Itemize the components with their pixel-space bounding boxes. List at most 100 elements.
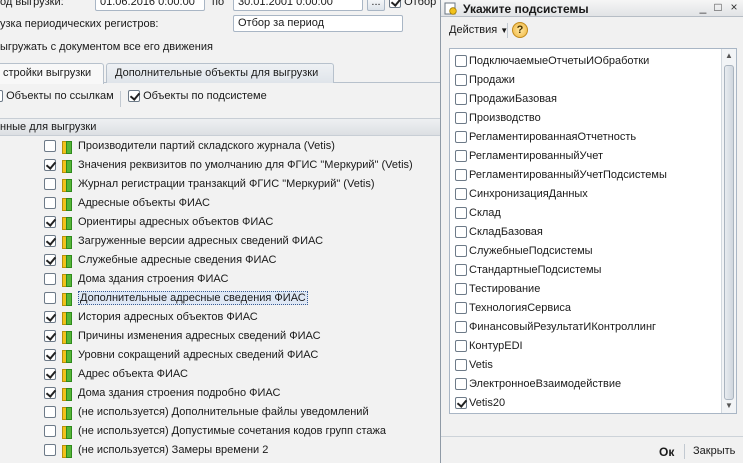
period-filter-check-icon	[389, 0, 401, 9]
tree-item[interactable]: Журнал регистрации транзакций ФГИС "Мерк…	[44, 175, 374, 194]
tree-item[interactable]: (не используется) Допустимые сочетания к…	[44, 422, 386, 441]
subsystem-item[interactable]: ПродажиБазовая	[455, 90, 557, 109]
tree-item[interactable]: История адресных объектов ФИАС	[44, 308, 258, 327]
tree-item-checkbox[interactable]	[44, 235, 56, 248]
scroll-down-icon[interactable]: ▼	[722, 399, 736, 413]
tree-item-checkbox[interactable]	[44, 292, 56, 305]
objects-by-links-button[interactable]: Объекты по ссылкам	[0, 90, 114, 103]
tree-item[interactable]: Производители партий складского журнала …	[44, 137, 335, 156]
tree-item-checkbox[interactable]	[44, 273, 56, 286]
period-from-field[interactable]: 01.06.2016 0:00:00	[95, 0, 205, 11]
subsystem-checkbox[interactable]	[455, 169, 467, 182]
subsystem-item[interactable]: РегламентированныйУчетПодсистемы	[455, 166, 667, 185]
subsystem-label: Производство	[469, 112, 541, 124]
ok-button[interactable]: Ок	[659, 445, 674, 459]
tree-item[interactable]: Причины изменения адресных сведений ФИАС	[44, 327, 321, 346]
tree-item-checkbox[interactable]	[44, 406, 56, 419]
period-to-field[interactable]: 30.01.2001 0:00:00	[233, 0, 363, 11]
tree-item-checkbox[interactable]	[44, 178, 56, 191]
tree-item[interactable]: Ориентиры адресных объектов ФИАС	[44, 213, 273, 232]
tree-item-checkbox[interactable]	[44, 311, 56, 324]
scroll-thumb[interactable]	[724, 65, 734, 400]
subsystem-item[interactable]: ТехнологияСервиса	[455, 299, 571, 318]
subsystem-checkbox[interactable]	[455, 131, 467, 144]
subsystem-item[interactable]: КонтурEDI	[455, 337, 523, 356]
subsystem-item[interactable]: СинхронизацияДанных	[455, 185, 588, 204]
tree-item-checkbox[interactable]	[44, 159, 56, 172]
dialog-title-bar: Укажите подсистемы _ □ ×	[441, 0, 743, 17]
maximize-icon[interactable]: □	[710, 1, 726, 15]
tree-item[interactable]: Служебные адресные сведения ФИАС	[44, 251, 276, 270]
subsystem-item[interactable]: РегламентированныйУчет	[455, 147, 603, 166]
period-filter-label: Отбор	[404, 0, 437, 8]
tree-item-checkbox[interactable]	[44, 254, 56, 267]
subsystem-checkbox[interactable]	[455, 302, 467, 315]
subsystem-checkbox[interactable]	[455, 397, 467, 410]
tree-item[interactable]: Адресные объекты ФИАС	[44, 194, 210, 213]
tree-item-label: Производители партий складского журнала …	[78, 140, 335, 152]
help-icon[interactable]: ?	[512, 22, 528, 38]
subsystem-item[interactable]: ФинансовыйРезультатИКонтроллинг	[455, 318, 656, 337]
scroll-up-icon[interactable]: ▲	[722, 49, 736, 63]
subsystem-item[interactable]: Vetis20	[455, 394, 505, 413]
periodic-registers-select[interactable]: Отбор за период	[233, 15, 403, 32]
dialog-title: Укажите подсистемы	[463, 2, 589, 16]
close-icon[interactable]: ×	[726, 1, 742, 15]
tree-item[interactable]: Загруженные версии адресных сведений ФИА…	[44, 232, 323, 251]
tab-additional-objects[interactable]: Дополнительные объекты для выгрузки	[106, 63, 334, 83]
tree-item-checkbox[interactable]	[44, 140, 56, 153]
subsystem-checkbox[interactable]	[455, 188, 467, 201]
subsystem-item[interactable]: ЭлектронноеВзаимодействие	[455, 375, 621, 394]
subsystem-checkbox[interactable]	[455, 150, 467, 163]
tree-item-checkbox[interactable]	[44, 387, 56, 400]
tree-item-checkbox[interactable]	[44, 444, 56, 457]
tree-item-checkbox[interactable]	[44, 216, 56, 229]
objects-by-subsystem-button[interactable]: Объекты по подсистеме	[128, 90, 267, 103]
actions-menu-button[interactable]: Действия ▼	[444, 21, 513, 40]
tree-item[interactable]: Значения реквизитов по умолчанию для ФГИ…	[44, 156, 413, 175]
tree-item[interactable]: Дома здания строения подробно ФИАС	[44, 384, 280, 403]
subsystem-checkbox[interactable]	[455, 264, 467, 277]
subsystem-item[interactable]: Продажи	[455, 71, 515, 90]
subsystem-checkbox[interactable]	[455, 55, 467, 68]
subsystem-checkbox[interactable]	[455, 93, 467, 106]
subsystem-checkbox[interactable]	[455, 359, 467, 372]
subsystem-item[interactable]: СкладБазовая	[455, 223, 543, 242]
subsystem-item[interactable]: СтандартныеПодсистемы	[455, 261, 601, 280]
tree-item[interactable]: Дома здания строения ФИАС	[44, 270, 228, 289]
minimize-icon[interactable]: _	[695, 1, 711, 15]
subsystem-item[interactable]: РегламентированнаяОтчетность	[455, 128, 636, 147]
subsystem-checkbox[interactable]	[455, 112, 467, 125]
subsystem-checkbox[interactable]	[455, 340, 467, 353]
subsystem-item[interactable]: СлужебныеПодсистемы	[455, 242, 593, 261]
subsystem-checkbox[interactable]	[455, 245, 467, 258]
tree-item[interactable]: (не используется) Замеры времени 2	[44, 441, 268, 460]
subsystem-item[interactable]: ПодключаемыеОтчетыИОбработки	[455, 52, 649, 71]
subsystem-item[interactable]: Тестирование	[455, 280, 540, 299]
subsystems-scrollbar[interactable]: ▲ ▼	[721, 49, 736, 413]
tree-item[interactable]: Дополнительные адресные сведения ФИАС	[44, 289, 308, 308]
period-filter-checkbox[interactable]: Отбор	[389, 0, 437, 9]
subsystem-item[interactable]: Склад	[455, 204, 501, 223]
select-period-button[interactable]: ...	[367, 0, 385, 11]
unload-with-document-option[interactable]: ыгружать с документом все его движения	[0, 41, 213, 53]
tree-item[interactable]: Уровни сокращений адресных сведений ФИАС	[44, 346, 318, 365]
tree-item-checkbox[interactable]	[44, 330, 56, 343]
tree-item-checkbox[interactable]	[44, 368, 56, 381]
tab-unload-settings[interactable]: стройки выгрузки	[0, 63, 104, 84]
tree-item[interactable]: Адрес объекта ФИАС	[44, 365, 188, 384]
tree-item-checkbox[interactable]	[44, 425, 56, 438]
close-button[interactable]: Закрыть	[693, 445, 735, 457]
subsystem-checkbox[interactable]	[455, 378, 467, 391]
subsystem-item[interactable]: Vetis	[455, 356, 493, 375]
tree-item[interactable]: (не используется) Дополнительные файлы у…	[44, 403, 369, 422]
tree-item-checkbox[interactable]	[44, 349, 56, 362]
tree-item-label: Уровни сокращений адресных сведений ФИАС	[78, 349, 319, 361]
subsystem-item[interactable]: Производство	[455, 109, 541, 128]
subsystem-checkbox[interactable]	[455, 207, 467, 220]
subsystem-checkbox[interactable]	[455, 74, 467, 87]
subsystem-checkbox[interactable]	[455, 321, 467, 334]
subsystem-checkbox[interactable]	[455, 283, 467, 296]
tree-item-checkbox[interactable]	[44, 197, 56, 210]
subsystem-checkbox[interactable]	[455, 226, 467, 239]
